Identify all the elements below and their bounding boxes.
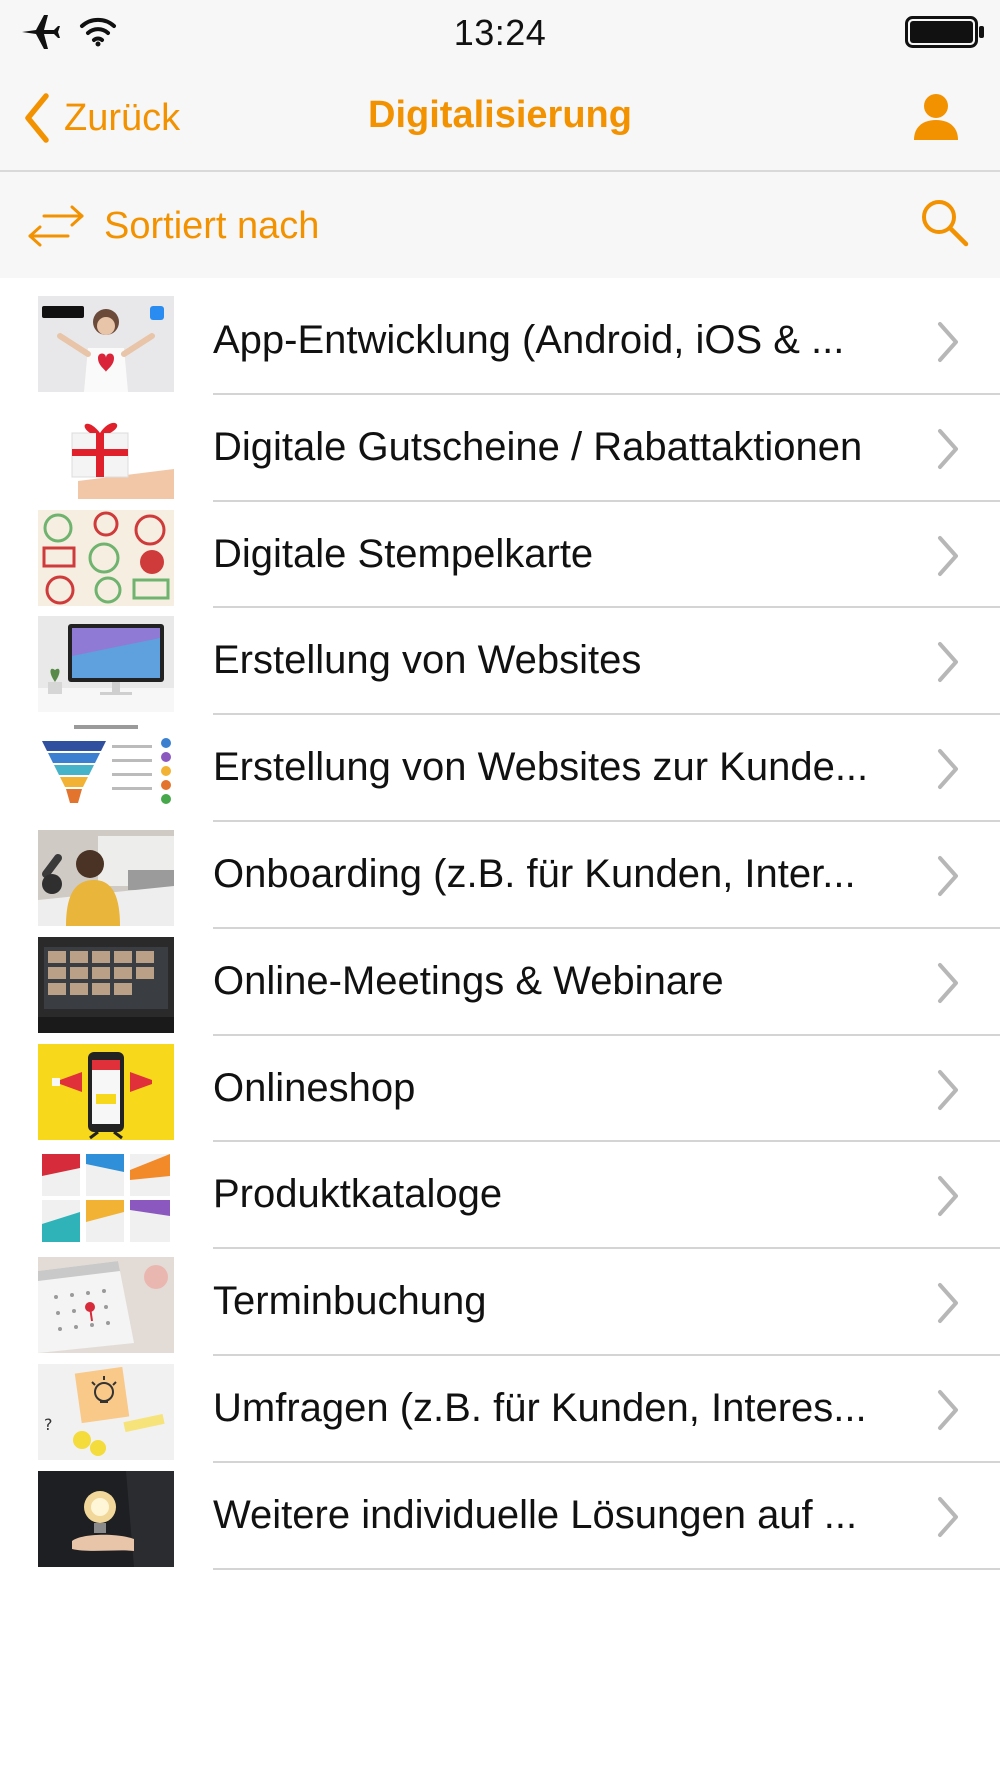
list-item-label: Digitale Stempelkarte xyxy=(213,531,594,576)
sort-label: Sortiert nach xyxy=(104,204,320,247)
user-icon[interactable] xyxy=(910,92,962,144)
chevron-right-icon xyxy=(938,1496,958,1537)
chevron-right-icon xyxy=(938,1069,958,1110)
list-item-label: Weitere individuelle Lösungen auf ... xyxy=(213,1492,858,1537)
chevron-right-icon xyxy=(938,1283,958,1324)
sort-button[interactable]: Sortiert nach xyxy=(28,198,319,254)
thumbnail-sales-funnel xyxy=(38,723,174,820)
chevron-right-icon xyxy=(938,428,958,469)
swap-arrows-icon xyxy=(28,205,84,247)
thumbnail-onlineshop xyxy=(38,1043,174,1140)
status-bar: 13:24 xyxy=(0,0,1000,64)
list-item[interactable]: Erstellung von Websites zur Kunde... xyxy=(0,715,1000,822)
chevron-right-icon xyxy=(938,855,958,896)
list-item[interactable]: Digitale Gutscheine / Rabattaktionen xyxy=(0,395,1000,502)
chevron-right-icon xyxy=(938,962,958,1003)
list-item[interactable]: Onlineshop xyxy=(0,1036,1000,1143)
thumbnail-individual-solutions xyxy=(38,1470,174,1567)
screen: 13:24 Zurück Digitalisierung Sortiert na… xyxy=(0,0,1000,1778)
list-item-label: Onboarding (z.B. für Kunden, Inter... xyxy=(213,851,856,896)
list-item-label: Erstellung von Websites xyxy=(213,638,642,683)
chevron-right-icon xyxy=(938,322,958,362)
chevron-right-icon xyxy=(938,749,958,790)
list-item[interactable]: App-Entwicklung (Android, iOS & ... xyxy=(0,288,1000,395)
list-item[interactable]: Weitere individuelle Lösungen auf ... xyxy=(0,1463,1000,1570)
list-item[interactable]: Digitale Stempelkarte xyxy=(0,502,1000,609)
thumbnail-product-catalogs xyxy=(38,1150,174,1247)
status-time: 13:24 xyxy=(453,12,547,53)
category-list: App-Entwicklung (Android, iOS & ... Digi… xyxy=(0,288,1000,1570)
list-item-label: Online-Meetings & Webinare xyxy=(213,958,724,1003)
list-item[interactable]: Erstellung von Websites xyxy=(0,608,1000,716)
list-item-label: Digitale Gutscheine / Rabattaktionen xyxy=(213,424,863,469)
chevron-right-icon xyxy=(938,535,958,576)
thumbnail-websites xyxy=(38,616,174,713)
list-item[interactable]: Online-Meetings & Webinare xyxy=(0,929,1000,1036)
list-item[interactable]: Terminbuchung xyxy=(0,1249,1000,1356)
divider xyxy=(213,1567,1000,1570)
list-item[interactable]: ? Umfragen (z.B. für Kunden, Interes... xyxy=(0,1356,1000,1463)
sort-bar: Sortiert nach xyxy=(0,172,1000,278)
thumbnail-surveys: ? xyxy=(38,1363,174,1460)
chevron-right-icon xyxy=(938,1176,958,1217)
thumbnail-appointment-booking xyxy=(38,1257,174,1354)
chevron-right-icon xyxy=(938,642,958,683)
list-item[interactable]: Produktkataloge xyxy=(0,1142,1000,1250)
thumbnail-online-meetings xyxy=(38,936,174,1033)
navigation-bar: Zurück Digitalisierung xyxy=(0,64,1000,172)
list-item-label: Umfragen (z.B. für Kunden, Interes... xyxy=(213,1385,867,1430)
thumbnail-stamp-card xyxy=(38,509,174,606)
list-item-label: Erstellung von Websites zur Kunde... xyxy=(213,745,869,790)
list-item-label: Onlineshop xyxy=(213,1065,416,1110)
list-item[interactable]: Onboarding (z.B. für Kunden, Inter... xyxy=(0,822,1000,929)
thumbnail-onboarding xyxy=(38,829,174,926)
list-item-label: App-Entwicklung (Android, iOS & ... xyxy=(213,318,845,362)
battery-icon xyxy=(905,16,984,48)
thumbnail-app-development xyxy=(38,296,174,392)
chevron-right-icon xyxy=(938,1389,958,1430)
svg-text:?: ? xyxy=(44,1415,53,1434)
search-icon[interactable] xyxy=(918,196,970,248)
list-item-label: Terminbuchung xyxy=(213,1279,487,1324)
thumbnail-gift-vouchers xyxy=(38,402,174,499)
page-title: Digitalisierung xyxy=(368,94,632,136)
list-item-label: Produktkataloge xyxy=(213,1172,503,1217)
